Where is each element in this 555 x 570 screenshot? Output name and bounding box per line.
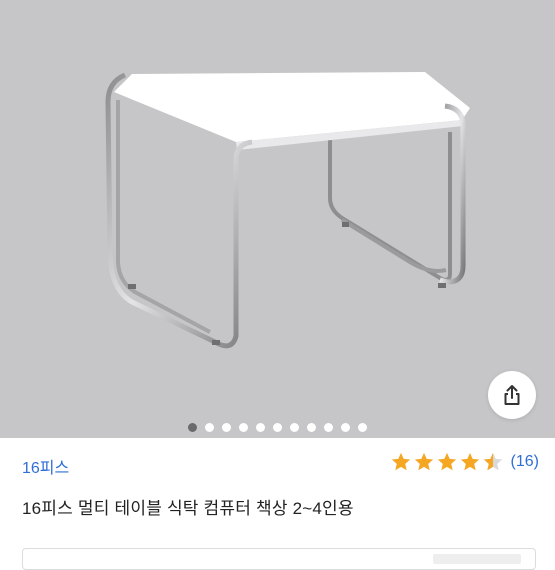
- product-photo-table: [105, 72, 470, 349]
- carousel-indicators: [0, 420, 555, 434]
- carousel-dot-1[interactable]: [188, 422, 197, 432]
- carousel-dot-2[interactable]: [205, 422, 214, 432]
- product-info: 16피스 (16) 16피스 멀티 테이블 식탁 컴퓨터 책상 2~4인용: [0, 438, 555, 570]
- share-button[interactable]: [488, 371, 536, 419]
- carousel-dot-3[interactable]: [222, 422, 231, 432]
- carousel-dot-4[interactable]: [239, 422, 248, 432]
- star-full-icon: [437, 452, 456, 471]
- share-icon: [504, 385, 520, 405]
- carousel-dot-11[interactable]: [358, 422, 367, 432]
- product-image-gallery[interactable]: [0, 0, 555, 438]
- star-half-icon: [483, 452, 502, 471]
- option-select-box[interactable]: [22, 548, 536, 570]
- star-full-icon: [460, 452, 479, 471]
- carousel-dot-8[interactable]: [307, 422, 316, 432]
- product-title: 16피스 멀티 테이블 식탁 컴퓨터 책상 2~4인용: [22, 499, 354, 518]
- carousel-dot-10[interactable]: [341, 422, 350, 432]
- option-chip: [433, 554, 521, 564]
- review-count[interactable]: (16): [511, 453, 539, 471]
- carousel-dot-7[interactable]: [290, 422, 299, 432]
- star-full-icon: [391, 452, 410, 471]
- carousel-dot-6[interactable]: [273, 422, 282, 432]
- carousel-dot-9[interactable]: [324, 422, 333, 432]
- star-full-icon: [414, 452, 433, 471]
- carousel-dot-5[interactable]: [256, 422, 265, 432]
- brand-link[interactable]: 16피스: [22, 454, 69, 478]
- rating-summary[interactable]: (16): [390, 451, 539, 473]
